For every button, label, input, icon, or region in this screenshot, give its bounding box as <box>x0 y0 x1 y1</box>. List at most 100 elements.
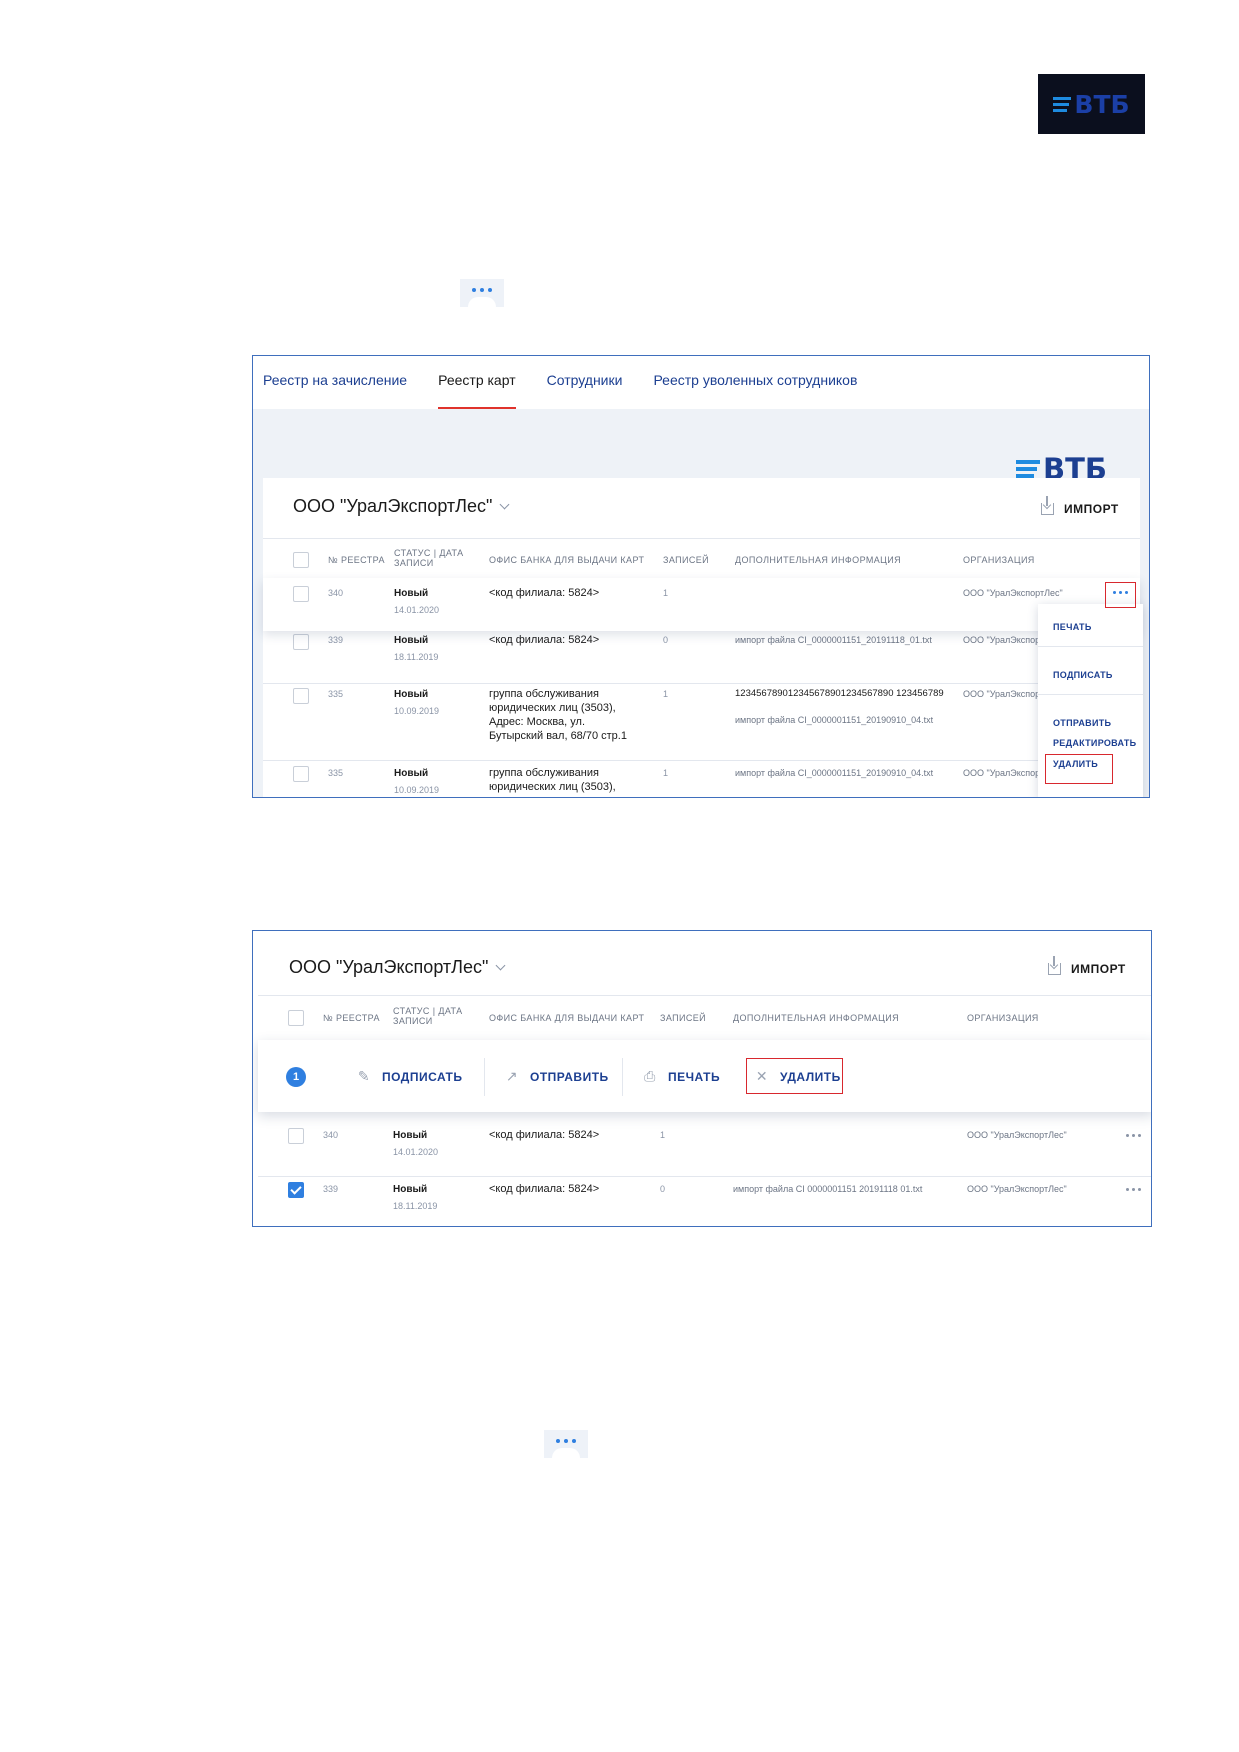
org-title: ООО "УралЭкспортЛес" <box>293 496 493 516</box>
row-date: 18.11.2019 <box>393 1201 438 1211</box>
row-info: импорт файла CI_0000001151_20190910_04.t… <box>735 715 934 725</box>
chevron-down-icon <box>495 960 506 971</box>
org-title: ООО "УралЭкспортЛес" <box>289 957 489 977</box>
row-num: 340 <box>328 588 344 598</box>
screenshot-registry-menu: Реестр на зачисление Реестр карт Сотрудн… <box>252 355 1150 798</box>
row-date: 14.01.2020 <box>394 605 440 615</box>
row-info: импорт файла CI_0000001151_20191118_01.t… <box>735 635 932 645</box>
row-date: 18.11.2019 <box>394 652 439 662</box>
import-button[interactable]: ИМПОРТ <box>1041 496 1119 516</box>
menu-separator <box>1038 646 1143 647</box>
row-checkbox[interactable] <box>293 586 309 602</box>
highlight-delete-button <box>746 1058 843 1094</box>
import-icon <box>1041 496 1054 515</box>
send-button[interactable]: ↗ ОТПРАВИТЬ <box>504 1068 609 1085</box>
org-selector[interactable]: ООО "УралЭкспортЛес" <box>293 496 510 517</box>
col-records: ЗАПИСЕЙ <box>660 1013 707 1023</box>
row-divider <box>263 683 1140 684</box>
menu-send[interactable]: ОТПРАВИТЬ <box>1053 718 1111 728</box>
menu-separator <box>1038 694 1143 695</box>
row-status: Новый <box>394 689 429 700</box>
import-label: ИМПОРТ <box>1064 502 1119 516</box>
tab-card-registry[interactable]: Реестр карт <box>438 356 516 409</box>
more-dots-icon[interactable] <box>1126 1134 1141 1137</box>
row-date: 10.09.2019 <box>394 785 440 795</box>
action-separator <box>484 1058 485 1096</box>
row-status: Новый <box>394 768 429 779</box>
row-checkbox[interactable] <box>293 766 309 782</box>
send-icon: ↗ <box>505 1068 519 1084</box>
highlight-more-button <box>1105 582 1136 608</box>
print-button[interactable]: ⎙ ПЕЧАТЬ <box>642 1068 720 1085</box>
more-dots-icon <box>460 279 504 307</box>
row-num: 335 <box>328 768 344 778</box>
tab-dismissed-registry[interactable]: Реестр уволенных сотрудников <box>653 356 857 409</box>
sign-label: ПОДПИСАТЬ <box>382 1069 463 1084</box>
col-records: ЗАПИСЕЙ <box>663 555 710 565</box>
send-label: ОТПРАВИТЬ <box>530 1069 609 1084</box>
col-office: ОФИС БАНКА ДЛЯ ВЫДАЧИ КАРТ <box>489 555 645 565</box>
select-all-checkbox[interactable] <box>293 552 309 568</box>
import-label: ИМПОРТ <box>1071 962 1126 976</box>
col-status: СТАТУС | ДАТА ЗАПИСИ <box>394 548 464 568</box>
row-office: <код филиала: 5824> <box>489 1129 600 1141</box>
menu-sign[interactable]: ПОДПИСАТЬ <box>1053 670 1113 680</box>
tab-bar: Реестр на зачисление Реестр карт Сотрудн… <box>253 356 1149 409</box>
vtb-logo-bars <box>1053 96 1072 112</box>
tab-payroll-registry[interactable]: Реестр на зачисление <box>263 356 407 409</box>
row-date: 14.01.2020 <box>393 1147 439 1157</box>
import-button[interactable]: ИМПОРТ <box>1048 956 1126 976</box>
row-num: 339 <box>328 635 344 645</box>
row-info: импорт файла CI_0000001151_20190910_04.t… <box>735 768 934 778</box>
row-checkbox[interactable] <box>288 1128 304 1144</box>
row-records: 1 <box>663 689 669 699</box>
menu-print[interactable]: ПЕЧАТЬ <box>1053 622 1092 632</box>
header-divider <box>258 995 1151 996</box>
col-info: ДОПОЛНИТЕЛЬНАЯ ИНФОРМАЦИЯ <box>735 555 901 565</box>
header-divider <box>263 538 1140 539</box>
row-info-extra: 123456789012345678901234567890 123456789 <box>735 688 944 699</box>
col-num: № РЕЕСТРА <box>328 555 385 565</box>
row-status: Новый <box>394 588 429 599</box>
row-records: 0 <box>663 635 669 645</box>
col-num: № РЕЕСТРА <box>323 1013 380 1023</box>
org-selector[interactable]: ООО "УралЭкспортЛес" <box>289 957 506 978</box>
row-office-line: юридических лиц (3503), <box>489 702 616 714</box>
vtb-logo: ВТБ <box>1038 74 1145 134</box>
row-records: 1 <box>663 768 669 778</box>
more-dots-icon <box>544 1430 588 1458</box>
select-all-checkbox[interactable] <box>288 1010 304 1026</box>
row-office: <код филиала: 5824> <box>489 587 600 599</box>
more-dots-icon[interactable] <box>1126 1188 1141 1191</box>
selected-count-badge: 1 <box>286 1067 306 1087</box>
row-num: 335 <box>328 689 344 699</box>
row-status: Новый <box>393 1130 428 1141</box>
row-office: <код филиала: 5824> <box>489 1183 600 1195</box>
row-divider <box>263 760 1140 761</box>
registry-panel: ООО "УралЭкспортЛес" ИМПОРТ № РЕЕСТРА СТ… <box>263 478 1140 797</box>
row-office-line: Адрес: Москва, ул. <box>489 716 586 728</box>
vtb-logo-text: ВТБ <box>1074 89 1130 119</box>
action-separator <box>622 1058 623 1096</box>
row-info: импорт файла CI 0000001151 20191118 01.t… <box>733 1184 923 1194</box>
row-divider <box>258 1176 1151 1177</box>
row-office-line: группа обслуживания <box>489 688 599 700</box>
row-records: 0 <box>660 1184 666 1194</box>
tab-employees[interactable]: Сотрудники <box>547 356 623 409</box>
row-checkbox-checked[interactable] <box>288 1182 304 1198</box>
screenshot-bulk-actions: ООО "УралЭкспортЛес" ИМПОРТ № РЕЕСТРА СТ… <box>252 930 1152 1227</box>
row-office: <код филиала: 5824> <box>489 634 600 646</box>
sign-button[interactable]: ✎ ПОДПИСАТЬ <box>356 1068 463 1085</box>
menu-edit[interactable]: РЕДАКТИРОВАТЬ <box>1053 738 1136 748</box>
row-org: ООО "УралЭкспортЛес" <box>967 1130 1067 1140</box>
row-office-line: группа обслуживания <box>489 767 599 779</box>
print-icon: ⎙ <box>644 1068 656 1084</box>
highlight-delete-item <box>1045 754 1113 784</box>
row-checkbox[interactable] <box>293 688 309 704</box>
table-row-hovered[interactable]: 340 Новый 14.01.2020 <код филиала: 5824>… <box>263 578 1140 631</box>
row-date: 10.09.2019 <box>394 706 440 716</box>
col-org: ОРГАНИЗАЦИЯ <box>963 555 1035 565</box>
row-org: ООО "УралЭкспортЛес" <box>967 1184 1067 1194</box>
row-checkbox[interactable] <box>293 634 309 650</box>
row-status: Новый <box>393 1184 428 1195</box>
